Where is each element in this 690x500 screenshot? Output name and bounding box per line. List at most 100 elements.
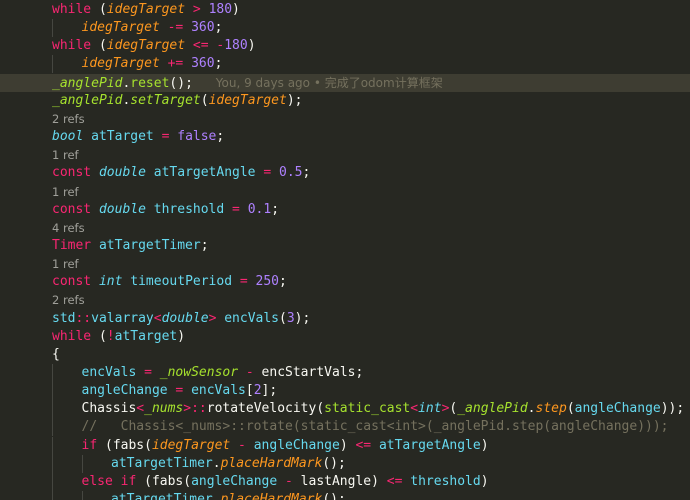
refs-count[interactable]: 2 refs	[52, 112, 85, 126]
code-token: ;	[355, 365, 364, 380]
code-token: ;	[214, 56, 223, 72]
code-line[interactable]: const int timeoutPeriod = 250;	[0, 273, 690, 291]
code-line[interactable]: idegTarget += 360;	[0, 55, 690, 74]
code-token: ;	[302, 165, 311, 181]
codelens-refs[interactable]: 1 ref	[0, 183, 690, 201]
line-content: 4 refs	[52, 219, 85, 238]
indent-guide	[52, 382, 53, 401]
refs-count[interactable]: 4 refs	[52, 221, 85, 235]
code-token: idegTarget	[151, 437, 231, 453]
code-token: encStartVals	[261, 365, 356, 380]
line-content: 2 refs	[52, 291, 85, 310]
code-token: setTarget	[130, 92, 201, 108]
git-blame-annotation: You, 9 days ago • 完成了odom计算框架	[215, 75, 443, 90]
code-token: <=	[378, 473, 411, 489]
line-content: {	[52, 346, 60, 364]
code-token: ::	[75, 310, 92, 326]
indent-guide	[52, 491, 53, 500]
line-content: const double threshold = 0.1;	[52, 201, 279, 219]
code-token: std	[52, 310, 76, 326]
line-content: _anglePid.setTarget(idegTarget);	[52, 92, 303, 110]
codelens-refs[interactable]: 4 refs	[0, 219, 690, 237]
code-token: <=	[347, 437, 379, 453]
line-content: // Chassis<_nums>::rotate(static_cast<in…	[82, 418, 669, 436]
code-token: angleChange	[253, 437, 340, 453]
code-token: 250	[255, 274, 279, 290]
code-token: !	[106, 328, 115, 344]
code-token: (	[97, 437, 113, 453]
code-editor[interactable]: while (idegTarget > 180) idegTarget -= 36…	[0, 0, 690, 500]
code-token: -	[238, 365, 262, 380]
code-token: threshold	[153, 201, 225, 217]
code-token: step	[535, 401, 567, 417]
code-token: 0.1	[247, 201, 272, 217]
code-token: encVals	[81, 365, 137, 380]
code-token: while	[52, 328, 92, 344]
code-token: 180	[208, 2, 233, 17]
code-line[interactable]: Chassis<_nums>::rotateVelocity(static_ca…	[0, 400, 690, 419]
refs-count[interactable]: 1 ref	[52, 148, 79, 162]
code-line[interactable]: while (!atTarget)	[0, 328, 690, 346]
line-content: 1 ref	[52, 255, 79, 274]
code-token: idegTarget	[81, 20, 160, 36]
codelens-refs[interactable]: 1 ref	[0, 146, 690, 164]
code-line[interactable]: while (idegTarget <= -180)	[0, 37, 690, 55]
line-content: bool atTarget = false;	[52, 128, 224, 146]
line-content: std::valarray<double> encVals(3);	[52, 310, 310, 328]
refs-count[interactable]: 1 ref	[52, 185, 79, 199]
code-token: {	[52, 346, 60, 362]
code-line[interactable]: _anglePid.reset(); You, 9 days ago • 完成了o…	[0, 73, 690, 92]
code-token: idegTarget	[106, 2, 186, 17]
code-token: 180	[224, 38, 248, 54]
code-line[interactable]: encVals = _nowSensor - encStartVals;	[0, 364, 690, 382]
code-line[interactable]: if (fabs(idegTarget - angleChange) <= at…	[0, 436, 690, 455]
code-token: const	[52, 201, 92, 217]
code-token: -	[277, 473, 301, 489]
refs-count[interactable]: 1 ref	[52, 257, 79, 271]
code-token: Timer	[52, 237, 92, 253]
code-line[interactable]: _anglePid.setTarget(idegTarget);	[0, 92, 690, 110]
line-content: Chassis<_nums>::rotateVelocity(static_ca…	[82, 400, 685, 418]
code-token: ();	[169, 75, 193, 91]
refs-count[interactable]: 2 refs	[52, 293, 85, 307]
code-token: atTargetTimer	[98, 237, 201, 253]
codelens-refs[interactable]: 2 refs	[0, 291, 690, 309]
code-token: ;	[200, 237, 209, 253]
code-line[interactable]: angleChange = encVals[2];	[0, 382, 690, 401]
codelens-refs[interactable]: 1 ref	[0, 255, 690, 273]
code-token: 0.5	[279, 165, 303, 181]
code-line[interactable]: // Chassis<_nums>::rotate(static_cast<in…	[0, 418, 690, 437]
code-token: else if	[81, 473, 137, 489]
code-token: 3	[286, 310, 295, 326]
code-token: atTargetTimer	[111, 492, 213, 500]
code-token: double	[161, 310, 209, 326]
code-token: encVals	[191, 383, 246, 399]
code-line[interactable]: idegTarget -= 360;	[0, 19, 690, 38]
code-token: placeHardMark	[220, 492, 323, 500]
code-token: const	[52, 274, 92, 290]
code-line[interactable]: Timer atTargetTimer;	[0, 237, 690, 255]
code-line[interactable]: else if (fabs(angleChange - lastAngle) <…	[0, 472, 690, 491]
code-token: )	[232, 2, 240, 17]
code-line[interactable]: {	[0, 346, 690, 364]
code-line[interactable]: std::valarray<double> encVals(3);	[0, 310, 690, 328]
code-token: idegTarget	[208, 92, 287, 108]
code-line[interactable]: const double atTargetAngle = 0.5;	[0, 164, 690, 182]
code-token: _anglePid	[52, 92, 123, 108]
code-token: Chassis	[81, 401, 137, 417]
code-line[interactable]: atTargetTimer.placeHardMark();	[0, 491, 690, 500]
codelens-refs[interactable]: 2 refs	[0, 110, 690, 128]
code-line[interactable]: atTargetTimer.placeHardMark();	[0, 454, 690, 473]
code-token: =	[224, 201, 248, 217]
code-line[interactable]: const double threshold = 0.1;	[0, 201, 690, 219]
indent-guide	[81, 491, 83, 500]
code-token: <	[153, 310, 162, 326]
code-line[interactable]: bool atTarget = false;	[0, 128, 690, 146]
code-line[interactable]: while (idegTarget > 180)	[0, 1, 690, 19]
indent-guide	[52, 418, 53, 437]
code-token: // Chassis<_nums>::rotate(static_cast<in…	[81, 419, 669, 435]
